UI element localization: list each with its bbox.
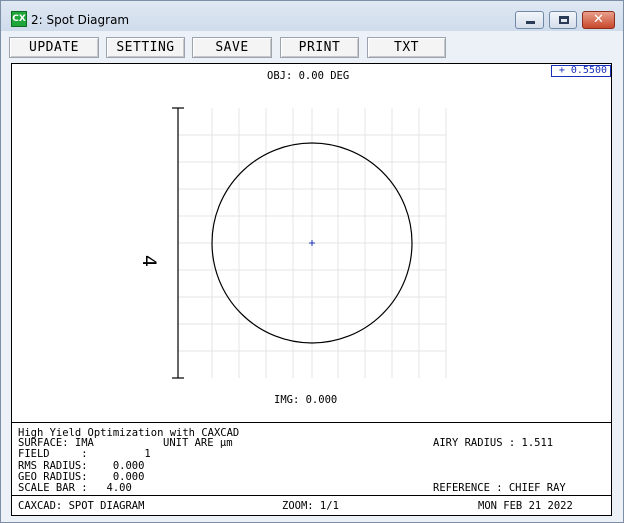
spot-diagram-window: CX 2: Spot Diagram ✕ UPDATE SETTING SAVE… (0, 0, 624, 523)
window-title: 2: Spot Diagram (31, 13, 130, 27)
toolbar: UPDATE SETTING SAVE PRINT TXT (6, 32, 618, 62)
reference-info: REFERENCE : CHIEF RAY (433, 482, 566, 494)
maximize-button[interactable] (549, 11, 577, 29)
spot-diagram-plot (172, 107, 447, 379)
setting-button[interactable]: SETTING (106, 37, 185, 58)
unit-info: UNIT ARE µm (163, 437, 233, 449)
plot-canvas[interactable]: + 0.5500 OBJ: 0.00 DEG 4 IMG: 0.000 High… (11, 63, 612, 516)
maximize-icon (559, 16, 569, 24)
img-label: IMG: 0.000 (274, 394, 338, 406)
info-divider (12, 422, 611, 423)
minimize-icon (526, 21, 535, 24)
print-button[interactable]: PRINT (280, 37, 359, 58)
txt-button[interactable]: TXT (367, 37, 446, 58)
scale-bar-info: SCALE BAR : 4.00 (18, 482, 132, 494)
footer-divider (12, 495, 611, 496)
close-button[interactable]: ✕ (582, 11, 615, 29)
date-label: MON FEB 21 2022 (478, 500, 573, 512)
ray-point (309, 240, 315, 246)
airy-radius-info: AIRY RADIUS : 1.511 (433, 437, 554, 449)
close-icon: ✕ (593, 12, 604, 27)
title-bar[interactable]: CX 2: Spot Diagram ✕ (1, 1, 623, 31)
update-button[interactable]: UPDATE (9, 37, 99, 58)
minimize-button[interactable] (515, 11, 544, 29)
footer-title: CAXCAD: SPOT DIAGRAM (18, 500, 145, 512)
save-button[interactable]: SAVE (192, 37, 272, 58)
field-info: FIELD : 1 (18, 448, 151, 460)
zoom-label: ZOOM: 1/1 (282, 500, 339, 512)
scale-bar-label: 4 (138, 254, 160, 268)
app-icon: CX (11, 11, 27, 27)
